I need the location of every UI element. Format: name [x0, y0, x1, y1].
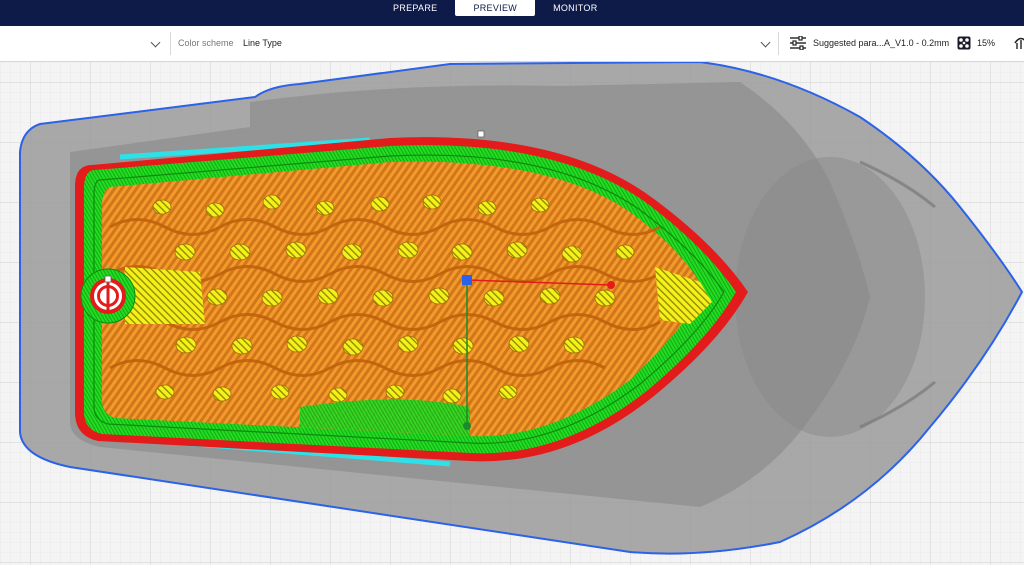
color-scheme-dropdown[interactable]: Color scheme Line Type [170, 26, 776, 61]
view-type-dropdown[interactable] [0, 26, 170, 61]
gizmo-y-handle[interactable] [463, 422, 471, 430]
print-settings-label: Suggested para...A_V1.0 - 0.2mm [813, 38, 950, 48]
color-scheme-value: Line Type [243, 38, 282, 48]
chevron-down-icon [150, 37, 161, 48]
tab-monitor[interactable]: MONITOR [535, 0, 615, 16]
tab-prepare[interactable]: PREPARE [375, 0, 455, 16]
print-settings-button[interactable]: Suggested para...A_V1.0 - 0.2mm [788, 26, 950, 61]
model-shell-recess [735, 157, 925, 437]
build-plate-view[interactable] [0, 62, 1024, 565]
preview-toolbar: Color scheme Line Type Suggested para...… [0, 26, 1024, 62]
tab-preview[interactable]: PREVIEW [455, 0, 536, 16]
infill-setting[interactable]: 15% [956, 26, 1006, 61]
handle-left[interactable] [104, 275, 112, 283]
chevron-down-icon [760, 37, 771, 48]
3d-viewport[interactable] [0, 62, 1024, 565]
gizmo-center[interactable] [462, 275, 472, 285]
settings-sliders-icon [790, 36, 806, 50]
divider [778, 32, 779, 55]
gizmo-x-handle[interactable] [607, 281, 615, 289]
stage-bar: PREPARE PREVIEW MONITOR [0, 0, 1024, 26]
handle-top[interactable] [477, 130, 485, 138]
stage-tabs: PREPARE PREVIEW MONITOR [375, 0, 616, 16]
infill-icon [957, 36, 971, 50]
support-setting[interactable] [1010, 26, 1024, 61]
support-icon [1014, 37, 1024, 49]
color-scheme-label: Color scheme [178, 38, 234, 48]
infill-value: 15% [977, 38, 996, 48]
